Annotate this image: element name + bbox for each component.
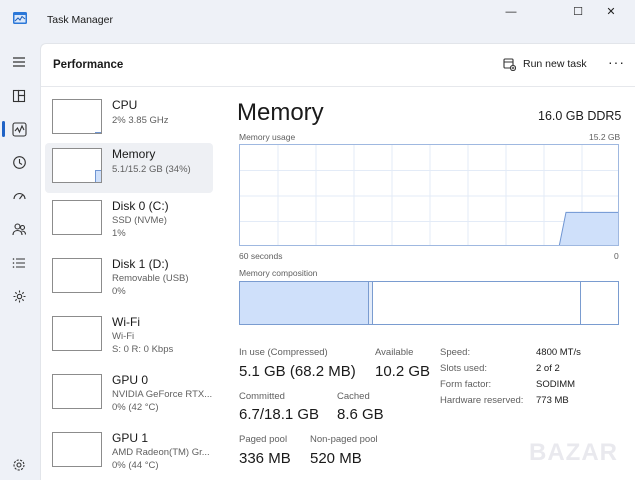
memory-usage-max: 15.2 GB <box>589 132 621 142</box>
processes-icon[interactable] <box>8 85 30 107</box>
non-paged-pool-value: 520 MB <box>310 450 362 467</box>
device-detail-2: 1% <box>112 228 126 239</box>
speed-value: 4800 MT/s <box>536 347 581 358</box>
device-usage-fill <box>95 132 101 133</box>
services-icon[interactable] <box>8 285 30 307</box>
graph-time-end: 0 <box>614 251 619 261</box>
memory-usage-label: Memory usage <box>239 132 296 142</box>
in-use-value: 5.1 GB (68.2 MB) <box>239 363 356 380</box>
device-detail: AMD Radeon(TM) Gr... <box>112 447 210 458</box>
device-detail-2: 0% (44 °C) <box>112 460 159 471</box>
device-thumbnail <box>52 200 102 235</box>
non-paged-pool-label: Non-paged pool <box>310 434 378 445</box>
device-detail-2: 0% <box>112 286 126 297</box>
device-detail: Wi-Fi <box>112 331 135 342</box>
device-gpu-1[interactable]: GPU 1 AMD Radeon(TM) Gr... 0% (44 °C) <box>45 427 213 477</box>
device-detail: NVIDIA GeForce RTX... <box>112 389 212 400</box>
device-detail-2: S: 0 R: 0 Kbps <box>112 344 174 355</box>
users-icon[interactable] <box>8 218 30 240</box>
speed-label: Speed: <box>440 347 471 358</box>
window-title: Task Manager <box>47 14 113 26</box>
run-new-task-button[interactable]: Run new task <box>503 56 587 72</box>
graph-time-start: 60 seconds <box>239 251 283 261</box>
memory-usage-graph-svg <box>240 145 618 245</box>
device-detail-2: 0% (42 °C) <box>112 402 159 413</box>
device-thumbnail <box>52 258 102 293</box>
device-gpu-0[interactable]: GPU 0 NVIDIA GeForce RTX... 0% (42 °C) <box>45 369 213 419</box>
minimize-button[interactable]: — <box>496 4 526 20</box>
device-wifi[interactable]: Wi-Fi Wi-Fi S: 0 R: 0 Kbps <box>45 311 213 361</box>
device-detail: 5.1/15.2 GB (34%) <box>112 164 191 175</box>
hamburger-icon[interactable] <box>8 51 30 73</box>
form-factor-label: Form factor: <box>440 379 492 390</box>
composition-standby <box>373 282 581 324</box>
run-task-icon <box>503 57 516 71</box>
paged-pool-value: 336 MB <box>239 450 291 467</box>
available-label: Available <box>375 347 414 358</box>
device-thumbnail <box>52 374 102 409</box>
device-disk-1[interactable]: Disk 1 (D:) Removable (USB) 0% <box>45 253 213 303</box>
device-name: GPU 1 <box>112 431 149 445</box>
hardware-reserved-value: 773 MB <box>536 395 569 406</box>
memory-total: 16.0 GB DDR5 <box>538 109 622 123</box>
device-detail: Removable (USB) <box>112 273 189 284</box>
device-name: Memory <box>112 147 156 161</box>
device-name: Disk 1 (D:) <box>112 257 169 271</box>
task-manager-app-icon <box>13 12 27 24</box>
paged-pool-label: Paged pool <box>239 434 288 445</box>
settings-icon[interactable] <box>8 454 30 476</box>
device-detail: 2% 3.85 GHz <box>112 115 169 126</box>
main-panel: Performance Run new task ··· CPU 2% 3.85… <box>40 43 635 480</box>
in-use-label: In use (Compressed) <box>239 347 328 358</box>
startup-apps-icon[interactable] <box>8 185 30 207</box>
device-thumbnail <box>52 99 102 134</box>
maximize-button[interactable]: ☐ <box>563 4 593 20</box>
device-thumbnail <box>52 148 102 183</box>
memory-composition-bar <box>239 281 619 325</box>
form-factor-value: SODIMM <box>536 379 576 390</box>
device-disk-0[interactable]: Disk 0 (C:) SSD (NVMe) 1% <box>45 195 213 245</box>
memory-usage-graph <box>239 144 619 246</box>
device-name: CPU <box>112 98 138 112</box>
performance-icon[interactable] <box>8 118 30 140</box>
more-options-button[interactable]: ··· <box>608 54 625 70</box>
nav-active-indicator <box>2 121 5 137</box>
committed-value: 6.7/18.1 GB <box>239 406 320 423</box>
device-name: Wi-Fi <box>112 315 140 329</box>
device-thumbnail <box>52 432 102 467</box>
device-thumbnail <box>52 316 102 351</box>
memory-title: Memory <box>237 99 324 126</box>
device-name: Disk 0 (C:) <box>112 199 169 213</box>
hardware-reserved-label: Hardware reserved: <box>440 395 524 406</box>
cached-label: Cached <box>337 391 370 402</box>
device-memory[interactable]: Memory 5.1/15.2 GB (34%) <box>45 143 213 193</box>
memory-usage-area <box>558 211 618 245</box>
committed-label: Committed <box>239 391 285 402</box>
slots-used-label: Slots used: <box>440 363 487 374</box>
details-icon[interactable] <box>8 252 30 274</box>
close-button[interactable]: ✕ <box>596 4 626 20</box>
title-bar: Task Manager — ☐ ✕ <box>0 0 635 42</box>
composition-in-use <box>240 282 369 324</box>
watermark: BAZAR <box>529 439 618 466</box>
device-name: GPU 0 <box>112 373 149 387</box>
device-cpu[interactable]: CPU 2% 3.85 GHz <box>45 94 213 144</box>
cached-value: 8.6 GB <box>337 406 384 423</box>
device-detail: SSD (NVMe) <box>112 215 167 226</box>
available-value: 10.2 GB <box>375 363 431 380</box>
header-divider <box>41 86 635 87</box>
page-title: Performance <box>53 59 124 71</box>
slots-used-value: 2 of 2 <box>536 363 560 374</box>
run-new-task-label: Run new task <box>523 58 587 70</box>
device-usage-fill <box>95 170 101 182</box>
app-history-icon[interactable] <box>8 151 30 173</box>
memory-composition-label: Memory composition <box>239 268 318 278</box>
